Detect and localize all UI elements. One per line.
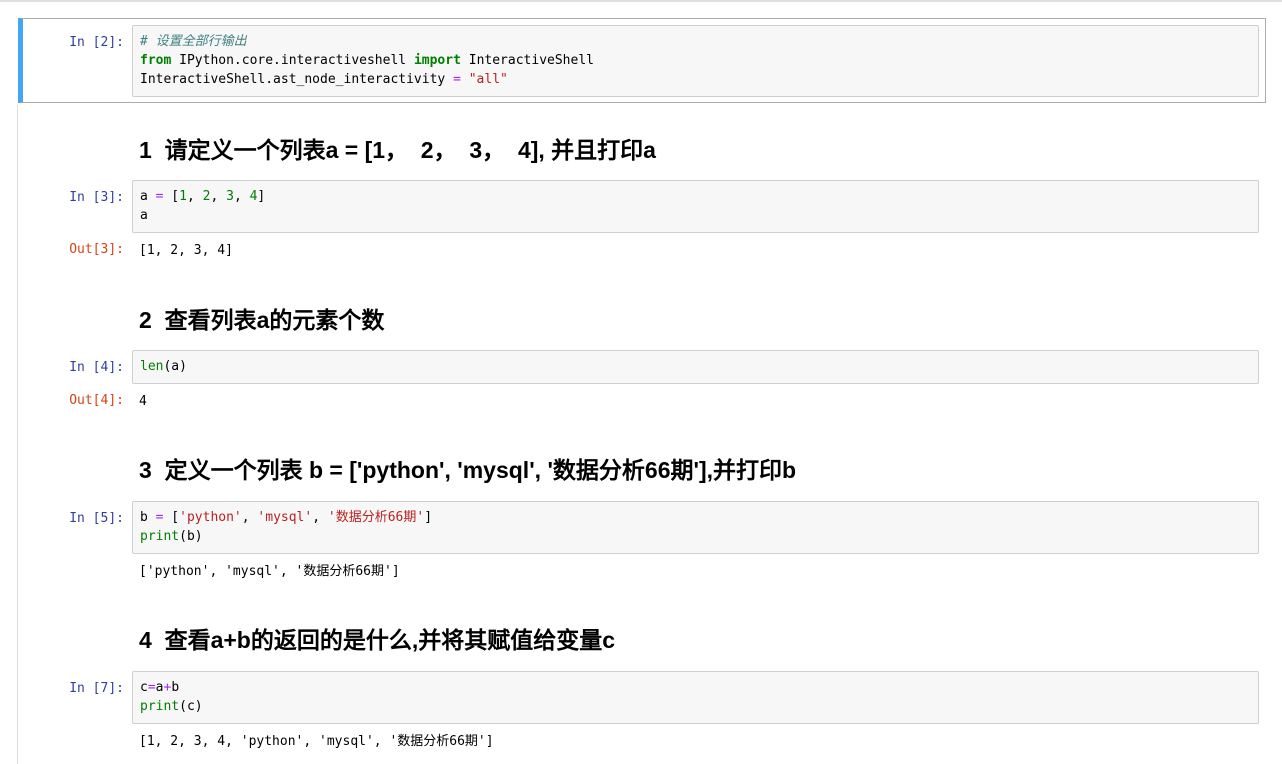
markdown-heading-2: 2 查看列表a的元素个数 [139,307,385,333]
operator: = [147,680,156,695]
separator: , [210,189,227,204]
input-prompt: In [7]: [69,681,124,696]
code-editor[interactable]: b = ['python', 'mysql', '数据分析66期'] print… [132,501,1259,554]
number: 1 [179,189,187,204]
import-name: InteractiveShell [460,53,594,68]
module-name: IPython.core.interactiveshell [171,53,414,68]
keyword-import: import [413,53,461,68]
code-editor[interactable]: c=a+b print(c) [132,671,1259,724]
builtin-function: print [140,529,180,544]
arguments: (a) [163,359,187,374]
separator: , [233,189,250,204]
bracket: [ [163,510,180,525]
input-prompt: In [4]: [69,360,124,375]
variable: a [140,189,156,204]
operator: = [453,72,461,87]
variable: c [140,680,148,695]
toolbar-divider [0,0,1282,2]
output-prompt: Out[4]: [69,393,124,408]
arguments: (b) [179,529,203,544]
cell-output: [1, 2, 3, 4, 'python', 'mysql', '数据分析66期… [139,734,494,749]
number: 3 [226,189,234,204]
string-literal: 'mysql' [257,510,313,525]
string-literal: '数据分析66期' [327,510,425,525]
input-prompt: In [5]: [69,511,124,526]
bracket: ] [257,189,266,204]
string-literal: 'python' [179,510,242,525]
bracket: ] [424,510,433,525]
markdown-heading-4: 4 查看a+b的返回的是什么,并将其赋值给变量c [139,627,616,653]
bracket: [ [163,189,180,204]
string-literal: "all" [468,72,508,87]
keyword-from: from [140,53,172,68]
code-comment: # 设置全部行输出 [140,34,247,49]
cell-output: [1, 2, 3, 4] [139,243,233,258]
input-prompt: In [2]: [69,35,124,50]
arguments: (c) [179,699,203,714]
variable: a [140,208,148,223]
cell-output: ['python', 'mysql', '数据分析66期'] [139,564,400,579]
separator: , [186,189,203,204]
input-prompt: In [3]: [69,190,124,205]
cell-output: 4 [139,394,147,409]
markdown-heading-1: 1 请定义一个列表a = [1， 2， 3， 4], 并且打印a [139,137,656,163]
variable: b [171,680,180,695]
markdown-heading-3: 3 定义一个列表 b = ['python', 'mysql', '数据分析66… [139,457,797,483]
output-prompt: Out[3]: [69,242,124,257]
separator: , [312,510,328,525]
assign-target: InteractiveShell.ast_node_interactivity [140,72,454,87]
code-editor[interactable]: # 设置全部行输出 from IPython.core.interactives… [132,25,1259,97]
variable: b [140,510,156,525]
builtin-function: len [140,359,164,374]
builtin-function: print [140,699,180,714]
separator: , [241,510,258,525]
code-editor[interactable]: len(a) [132,350,1259,384]
code-editor[interactable]: a = [1, 2, 3, 4] a [132,180,1259,233]
